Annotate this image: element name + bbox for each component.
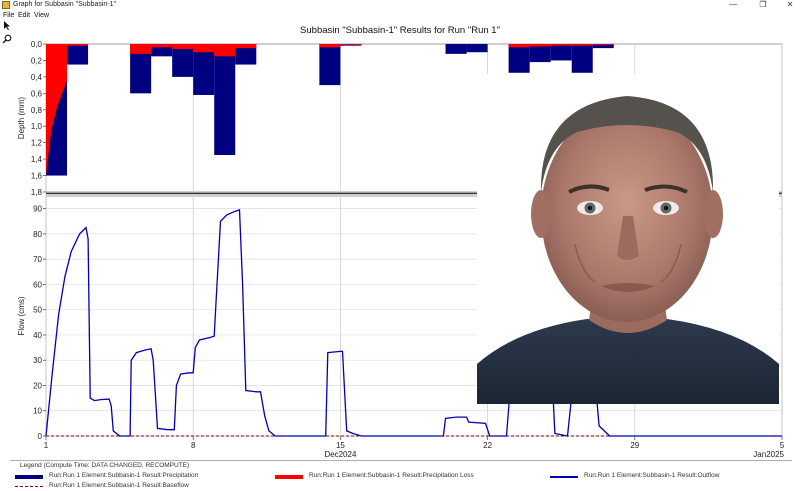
precipitation-bar: [529, 44, 551, 63]
precipitation-loss-bar: [550, 44, 572, 46]
depth-tick-label: 0,4: [31, 73, 43, 82]
legend-item-precipitation: Run:Run 1 Element:Subbasin-1 Result:Prec…: [15, 471, 265, 481]
legend-label: Run:Run 1 Element:Subbasin-1 Result:Prec…: [49, 472, 199, 479]
legend-item-baseflow: Run:Run 1 Element:Subbasin-1 Result:Base…: [15, 481, 265, 491]
legend-title: Legend (Compute Time: DATA CHANGED, RECO…: [20, 462, 190, 469]
precipitation-bar: [319, 44, 341, 86]
flow-tick-label: 10: [33, 407, 42, 416]
depth-tick-label: 1,4: [31, 155, 43, 164]
flow-tick-label: 80: [33, 230, 42, 239]
legend: Legend (Compute Time: DATA CHANGED, RECO…: [10, 460, 792, 490]
precipitation-bar: [67, 44, 89, 65]
precipitation-bar: [550, 44, 572, 61]
precipitation-loss-bar: [508, 44, 530, 48]
depth-tick-label: 1,8: [31, 188, 43, 197]
x-tick-label: 22: [483, 441, 492, 450]
depth-tick-label: 0,6: [31, 89, 43, 98]
flow-axis-label: Flow (cms): [17, 296, 26, 335]
precipitation-bar: [466, 44, 488, 53]
depth-tick-label: 1,0: [31, 122, 43, 131]
x-group-label: Jan2025: [753, 450, 784, 459]
depth-tick-label: 0,2: [31, 56, 43, 65]
precipitation-loss-bar: [319, 44, 341, 48]
depth-tick-label: 0,0: [31, 40, 43, 49]
precipitation-bar: [445, 44, 467, 54]
precipitation-loss-bar: [172, 44, 194, 49]
precipitation-loss-bar: [151, 44, 173, 48]
legend-swatch: [550, 476, 578, 478]
flow-tick-label: 60: [33, 280, 42, 289]
depth-axis-label: Depth (mm): [17, 97, 26, 140]
precipitation-bar: [214, 44, 236, 155]
x-tick-label: 15: [336, 441, 345, 450]
legend-swatch: [275, 475, 303, 479]
x-tick-label: 29: [630, 441, 639, 450]
precipitation-loss-bar: [67, 44, 89, 46]
precipitation-loss-bar: [529, 44, 551, 47]
legend-label: Run:Run 1 Element:Subbasin-1 Result:Base…: [49, 482, 189, 489]
flow-tick-label: 90: [33, 205, 42, 214]
precipitation-loss-bar: [193, 44, 215, 53]
precipitation-bar: [508, 44, 530, 73]
x-tick-label: 1: [44, 441, 49, 450]
depth-tick-label: 1,2: [31, 139, 43, 148]
depth-tick-label: 0,8: [31, 106, 43, 115]
precipitation-loss-bar: [571, 44, 593, 46]
precipitation-loss-bar: [130, 44, 152, 54]
legend-swatch: [15, 475, 43, 479]
flow-tick-label: 20: [33, 381, 42, 390]
precipitation-loss-bar: [214, 44, 236, 57]
x-group-label: Dec2024: [324, 450, 357, 459]
x-tick-label: 5: [780, 441, 785, 450]
legend-label: Run:Run 1 Element:Subbasin-1 Result:Outf…: [584, 472, 720, 479]
portrait-photo: [477, 74, 779, 404]
x-tick-label: 8: [191, 441, 196, 450]
legend-item-outflow: Run:Run 1 Element:Subbasin-1 Result:Outf…: [550, 471, 790, 481]
flow-tick-label: 30: [33, 356, 42, 365]
precipitation-bar: [571, 44, 593, 73]
legend-label: Run:Run 1 Element:Subbasin-1 Result:Prec…: [309, 472, 474, 479]
precipitation-loss-bar: [592, 44, 614, 45]
legend-item-precipitation-loss: Run:Run 1 Element:Subbasin-1 Result:Prec…: [275, 471, 525, 481]
precipitation-loss-bar: [235, 44, 257, 49]
flow-tick-label: 50: [33, 306, 42, 315]
flow-tick-label: 0: [38, 432, 43, 441]
precipitation-loss-bar: [340, 44, 362, 45]
depth-tick-label: 1,6: [31, 172, 43, 181]
flow-tick-label: 70: [33, 255, 42, 264]
legend-swatch: [15, 486, 43, 487]
flow-tick-label: 40: [33, 331, 42, 340]
